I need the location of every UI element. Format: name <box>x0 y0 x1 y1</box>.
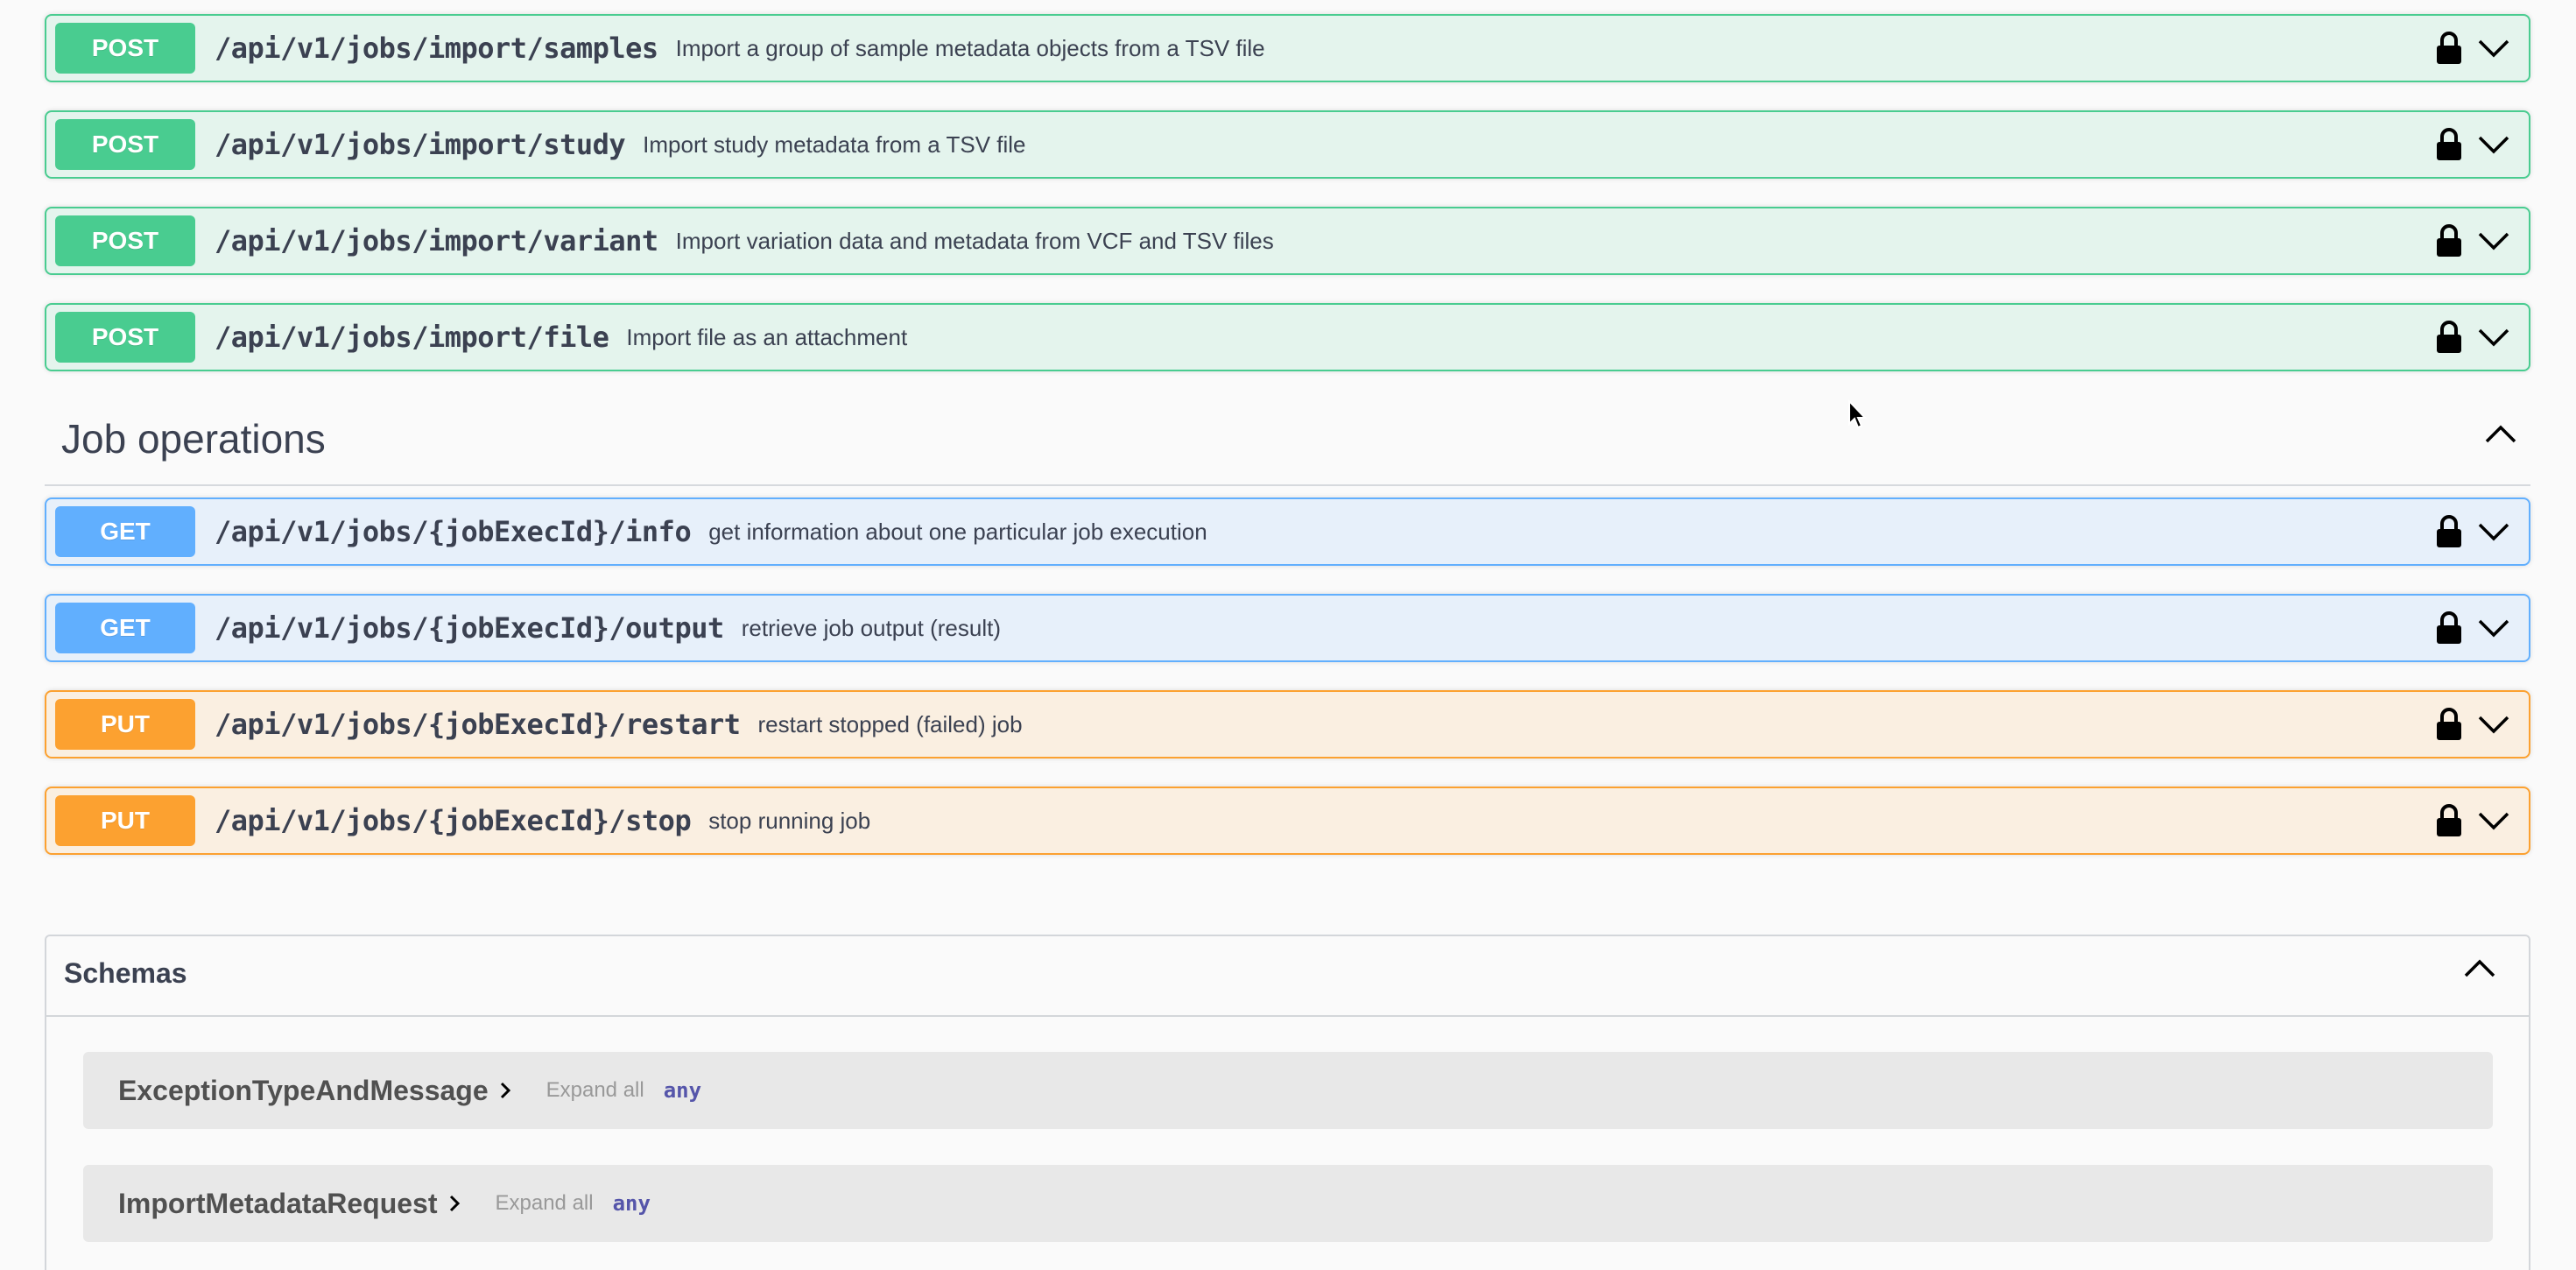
lock-icon[interactable] <box>2436 321 2462 354</box>
operation-summary: stop running job <box>708 807 871 834</box>
operation-get-job-info[interactable]: GET /api/v1/jobs/{jobExecId}/info get in… <box>45 497 2530 566</box>
operation-put-job-restart[interactable]: PUT /api/v1/jobs/{jobExecId}/restart res… <box>45 690 2530 758</box>
chevron-down-icon[interactable] <box>2478 618 2509 638</box>
operation-post-import-file[interactable]: POST /api/v1/jobs/import/file Import fil… <box>45 303 2530 371</box>
operation-summary: Import variation data and metadata from … <box>675 227 1274 254</box>
operation-post-import-samples[interactable]: POST /api/v1/jobs/import/samples Import … <box>45 14 2530 82</box>
chevron-down-icon[interactable] <box>2478 811 2509 830</box>
schemas-panel: Schemas ExceptionTypeAndMessage Expand a… <box>45 935 2530 1270</box>
model-type: any <box>663 1078 702 1103</box>
lock-icon[interactable] <box>2436 128 2462 161</box>
chevron-right-icon[interactable] <box>448 1194 461 1213</box>
schema-model-importmetadatarequest[interactable]: ImportMetadataRequest Expand all any <box>83 1165 2493 1242</box>
operation-summary: Import a group of sample metadata object… <box>675 34 1265 61</box>
operation-post-import-variant[interactable]: POST /api/v1/jobs/import/variant Import … <box>45 207 2530 275</box>
model-name[interactable]: ImportMetadataRequest <box>118 1188 438 1220</box>
operation-post-import-study[interactable]: POST /api/v1/jobs/import/study Import st… <box>45 110 2530 179</box>
schemas-header[interactable]: Schemas <box>46 936 2529 1017</box>
lock-icon[interactable] <box>2436 32 2462 65</box>
swagger-page: POST /api/v1/jobs/import/samples Import … <box>0 0 2576 1270</box>
operation-path[interactable]: /api/v1/jobs/import/study <box>215 128 626 161</box>
chevron-down-icon[interactable] <box>2478 328 2509 347</box>
expand-all-link[interactable]: Expand all <box>496 1191 594 1216</box>
operation-path[interactable]: /api/v1/jobs/{jobExecId}/output <box>215 611 724 645</box>
lock-icon[interactable] <box>2436 611 2462 645</box>
method-badge: PUT <box>55 699 195 750</box>
method-badge: POST <box>55 215 195 266</box>
lock-icon[interactable] <box>2436 515 2462 548</box>
method-badge: GET <box>55 603 195 653</box>
chevron-down-icon[interactable] <box>2478 135 2509 154</box>
chevron-down-icon[interactable] <box>2478 715 2509 734</box>
schema-model-exceptiontypeandmessage[interactable]: ExceptionTypeAndMessage Expand all any <box>83 1052 2493 1129</box>
operation-summary: Import study metadata from a TSV file <box>643 131 1026 158</box>
expand-all-link[interactable]: Expand all <box>546 1078 644 1103</box>
chevron-down-icon[interactable] <box>2478 231 2509 250</box>
operation-summary: Import file as an attachment <box>626 323 908 350</box>
chevron-up-icon[interactable] <box>2485 425 2516 448</box>
chevron-up-icon[interactable] <box>2464 959 2495 983</box>
section-divider <box>45 484 2530 486</box>
operation-summary: restart stopped (failed) job <box>757 710 1023 737</box>
model-name[interactable]: ExceptionTypeAndMessage <box>118 1075 489 1107</box>
operation-path[interactable]: /api/v1/jobs/{jobExecId}/restart <box>215 708 741 741</box>
method-badge: POST <box>55 119 195 170</box>
method-badge: PUT <box>55 795 195 846</box>
mouse-cursor-icon <box>1848 399 1869 435</box>
chevron-down-icon[interactable] <box>2478 522 2509 541</box>
operation-summary: get information about one particular job… <box>708 518 1207 545</box>
chevron-right-icon[interactable] <box>499 1081 511 1100</box>
operation-path[interactable]: /api/v1/jobs/import/file <box>215 321 609 354</box>
operation-path[interactable]: /api/v1/jobs/import/samples <box>215 32 658 65</box>
operation-put-job-stop[interactable]: PUT /api/v1/jobs/{jobExecId}/stop stop r… <box>45 787 2530 855</box>
section-title-job-operations[interactable]: Job operations <box>61 415 326 462</box>
operation-path[interactable]: /api/v1/jobs/{jobExecId}/stop <box>215 804 692 837</box>
method-badge: POST <box>55 312 195 363</box>
chevron-down-icon[interactable] <box>2478 39 2509 58</box>
operation-summary: retrieve job output (result) <box>741 614 1001 641</box>
operation-path[interactable]: /api/v1/jobs/import/variant <box>215 224 658 258</box>
operation-get-job-output[interactable]: GET /api/v1/jobs/{jobExecId}/output retr… <box>45 594 2530 662</box>
schemas-title[interactable]: Schemas <box>64 957 187 990</box>
method-badge: POST <box>55 23 195 74</box>
lock-icon[interactable] <box>2436 224 2462 258</box>
method-badge: GET <box>55 506 195 557</box>
model-type: any <box>612 1191 651 1216</box>
lock-icon[interactable] <box>2436 708 2462 741</box>
lock-icon[interactable] <box>2436 804 2462 837</box>
operation-path[interactable]: /api/v1/jobs/{jobExecId}/info <box>215 515 692 548</box>
